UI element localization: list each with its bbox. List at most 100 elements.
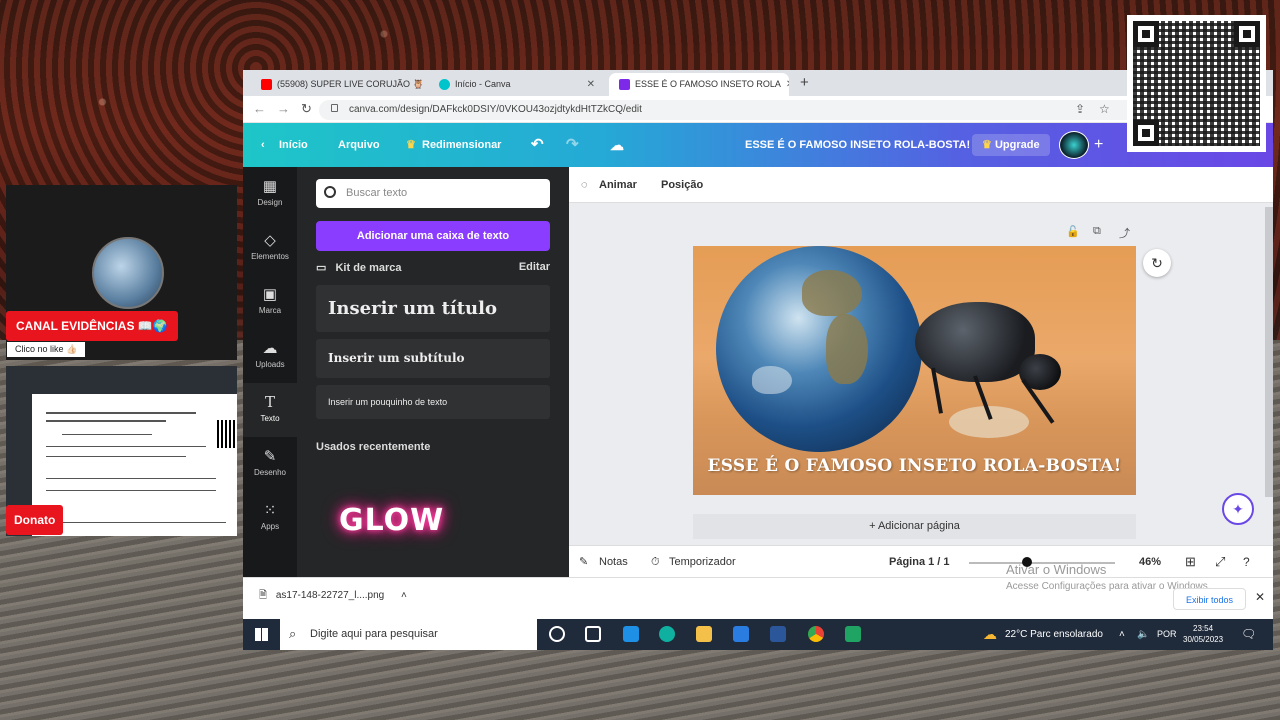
rail-item-uploads[interactable]: ☁ Uploads [243, 329, 297, 383]
taskbar-search-input[interactable]: Digite aqui para pesquisar [280, 619, 537, 650]
add-subheading-option[interactable]: Inserir um subtítulo [316, 339, 550, 378]
rail-item-text[interactable]: T Texto [243, 383, 297, 437]
rail-item-brand[interactable]: ▣ Marca [243, 275, 297, 329]
clock[interactable]: 23:54 30/05/2023 [1183, 623, 1223, 645]
windows-taskbar: Digite aqui para pesquisar ⌕ ☁ 22°C Parc… [243, 619, 1273, 650]
download-item[interactable]: 🗎 as17-148-22727_l....png ˄ [259, 588, 407, 605]
rail-item-draw[interactable]: ✎ Desenho [243, 437, 297, 491]
document-title[interactable]: ESSE É O FAMOSO INSETO ROLA-BOSTA! [745, 123, 970, 167]
chevron-up-icon[interactable]: ˄ [401, 590, 407, 601]
timer-icon: ⏱ [651, 556, 660, 568]
editor-area: ◌ Animar Posição 🔓 ⧉ ⤴ ESSE É O FAMOSO I… [569, 167, 1273, 577]
regenerate-icon[interactable]: ↻ [1143, 249, 1171, 277]
grid-view-icon[interactable]: ⊞ [1185, 546, 1196, 578]
upgrade-button[interactable]: ♛ Upgrade [972, 134, 1050, 156]
forward-icon[interactable]: → [277, 101, 290, 116]
task-view-icon[interactable] [585, 626, 601, 642]
cortana-icon[interactable] [549, 626, 565, 642]
page-indicator[interactable]: Página 1 / 1 [889, 546, 950, 578]
lock-page-icon[interactable]: 🔓 [1066, 225, 1080, 238]
chrome-icon[interactable] [808, 626, 824, 642]
glow-text-style[interactable]: GLOW [339, 503, 444, 538]
pen-icon: ✎ [263, 448, 277, 465]
brand-kit-row: ▭ Kit de marca Editar [316, 261, 550, 277]
store-icon[interactable] [733, 626, 749, 642]
close-icon[interactable]: ✕ [587, 73, 595, 96]
cloud-sync-icon: ☁ [610, 137, 624, 153]
back-icon[interactable]: ← [253, 101, 266, 116]
canva-icon [439, 79, 450, 90]
bookmark-star-icon[interactable]: ☆ [1099, 102, 1110, 116]
design-page[interactable]: ESSE É O FAMOSO INSETO ROLA-BOSTA! [693, 246, 1136, 495]
add-textbox-button[interactable]: Adicionar uma caixa de texto [316, 221, 550, 251]
recent-section-title: Usados recentemente [316, 441, 431, 453]
text-icon: T [264, 393, 275, 411]
add-body-text-option[interactable]: Inserir um pouquinho de texto [316, 385, 550, 419]
reload-icon[interactable]: ↻ [301, 101, 312, 117]
url-field[interactable]: canva.com/design/DAFkck0DSIY/0VKOU43ozjd… [319, 100, 1169, 120]
position-button[interactable]: Posição [661, 167, 703, 203]
notification-icon[interactable]: 🗨 [1241, 619, 1256, 650]
tab-canva-design[interactable]: ESSE É O FAMOSO INSETO ROLA ✕ [609, 73, 789, 96]
address-bar: ← → ↻ canva.com/design/DAFkck0DSIY/0VKOU… [243, 96, 1273, 123]
chevron-up-icon[interactable]: ˄ [1119, 619, 1125, 650]
rail-item-apps[interactable]: ⁙ Apps [243, 491, 297, 545]
edit-brand-kit-link[interactable]: Editar [519, 261, 550, 273]
animate-icon: ◌ [581, 179, 588, 191]
weather-label[interactable]: 22°C Parc ensolarado [1005, 619, 1103, 650]
windows-start-icon[interactable] [255, 628, 268, 641]
rail-item-elements[interactable]: ◇ Elementos [243, 221, 297, 275]
language-indicator[interactable]: POR [1157, 619, 1177, 650]
text-search-input[interactable]: Buscar texto [316, 179, 550, 208]
add-page-button[interactable]: + Adicionar página [693, 514, 1136, 539]
tab-label: Início - Canva [455, 79, 511, 89]
earth-image [716, 246, 922, 452]
lock-icon [331, 104, 338, 112]
rail-label: Texto [260, 414, 280, 423]
close-icon[interactable]: ✕ [1255, 590, 1265, 604]
show-all-downloads-button[interactable]: Exibir todos [1173, 588, 1247, 610]
word-icon[interactable] [770, 626, 786, 642]
qr-code [1127, 15, 1266, 152]
design-caption[interactable]: ESSE É O FAMOSO INSETO ROLA-BOSTA! [693, 456, 1136, 476]
rail-item-design[interactable]: ▦ Design [243, 167, 297, 221]
user-avatar[interactable] [1059, 131, 1089, 159]
close-icon[interactable]: ✕ [786, 73, 789, 96]
channel-avatar [92, 237, 164, 309]
add-collaborator-icon[interactable]: + [1094, 123, 1103, 167]
redo-icon[interactable]: ↷ [566, 123, 579, 167]
share-icon[interactable]: ⇪ [1075, 102, 1085, 116]
canva-top-bar: ‹ Início Arquivo ♛ Redimensionar ↶ ↷ ☁ E… [243, 123, 1273, 167]
crown-icon: ♛ [406, 139, 416, 151]
file-explorer-icon[interactable] [696, 626, 712, 642]
tab-canva-home[interactable]: Início - Canva ✕ [429, 73, 605, 96]
edge-icon[interactable] [659, 626, 675, 642]
new-tab-button[interactable]: + [800, 74, 809, 91]
apps-grid-icon: ⁙ [263, 502, 277, 519]
timer-button[interactable]: Temporizador [669, 546, 736, 578]
fullscreen-icon[interactable]: ⤢ [1215, 546, 1225, 578]
file-menu[interactable]: Arquivo [338, 123, 380, 167]
editor-footer: ✎ Notas ⏱ Temporizador Página 1 / 1 46% … [569, 545, 1273, 577]
volume-icon[interactable]: 🔈 [1137, 619, 1149, 650]
mail-icon[interactable] [623, 626, 639, 642]
duplicate-page-icon[interactable]: ⧉ [1093, 225, 1101, 238]
rail-label: Elementos [251, 252, 289, 261]
add-heading-option[interactable]: Inserir um título [316, 285, 550, 332]
vertical-scrollbar[interactable] [1265, 207, 1273, 497]
donate-badge: Donato [6, 505, 64, 535]
add-page-icon[interactable]: ⤴ [1119, 225, 1130, 241]
magic-sparkle-icon[interactable]: ✦ [1222, 493, 1254, 525]
help-icon[interactable]: ? [1243, 546, 1250, 578]
home-button[interactable]: Início [279, 123, 308, 167]
tab-youtube[interactable]: (55908) SUPER LIVE CORUJÃO 🦉 ✕ [251, 73, 426, 96]
zoom-level[interactable]: 46% [1139, 546, 1161, 578]
notes-button[interactable]: Notas [599, 546, 628, 578]
resize-button[interactable]: Redimensionar [422, 123, 501, 167]
animate-button[interactable]: Animar [599, 167, 637, 203]
app-icon[interactable] [845, 626, 861, 642]
rail-label: Uploads [255, 360, 285, 369]
tab-strip: (55908) SUPER LIVE CORUJÃO 🦉 ✕ Início - … [243, 70, 1273, 96]
file-icon: 🗎 [259, 590, 268, 601]
undo-icon[interactable]: ↶ [531, 123, 544, 167]
